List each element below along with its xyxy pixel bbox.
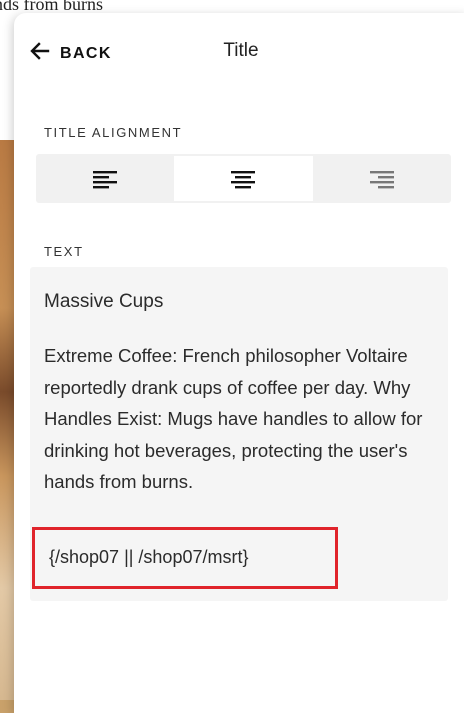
align-right-button[interactable]	[313, 154, 451, 203]
align-left-icon	[93, 170, 118, 188]
text-label: TEXT	[44, 244, 84, 259]
align-left-button[interactable]	[36, 154, 174, 203]
highlighted-code-box: {/shop07 || /shop07/msrt}	[32, 527, 338, 589]
panel-title: Title	[14, 40, 464, 62]
title-alignment-label: TITLE ALIGNMENT	[44, 125, 183, 140]
text-body: Extreme Coffee: French philosopher Volta…	[44, 345, 423, 492]
align-center-button[interactable]	[174, 156, 313, 201]
text-editor[interactable]: Massive Cups Extreme Coffee: French phil…	[30, 267, 448, 601]
align-right-icon	[369, 170, 394, 188]
panel-title-text: Title	[223, 40, 259, 61]
align-center-icon	[231, 170, 256, 188]
alignment-segmented-control	[36, 154, 451, 203]
text-heading: Massive Cups	[44, 291, 164, 312]
text-code-line: {/shop07 || /shop07/msrt}	[49, 547, 249, 567]
panel-header: BACK Title	[14, 13, 464, 89]
title-settings-panel: BACK Title TITLE ALIGNMENT TEXT Massive …	[14, 13, 464, 713]
background-photo	[0, 140, 14, 700]
